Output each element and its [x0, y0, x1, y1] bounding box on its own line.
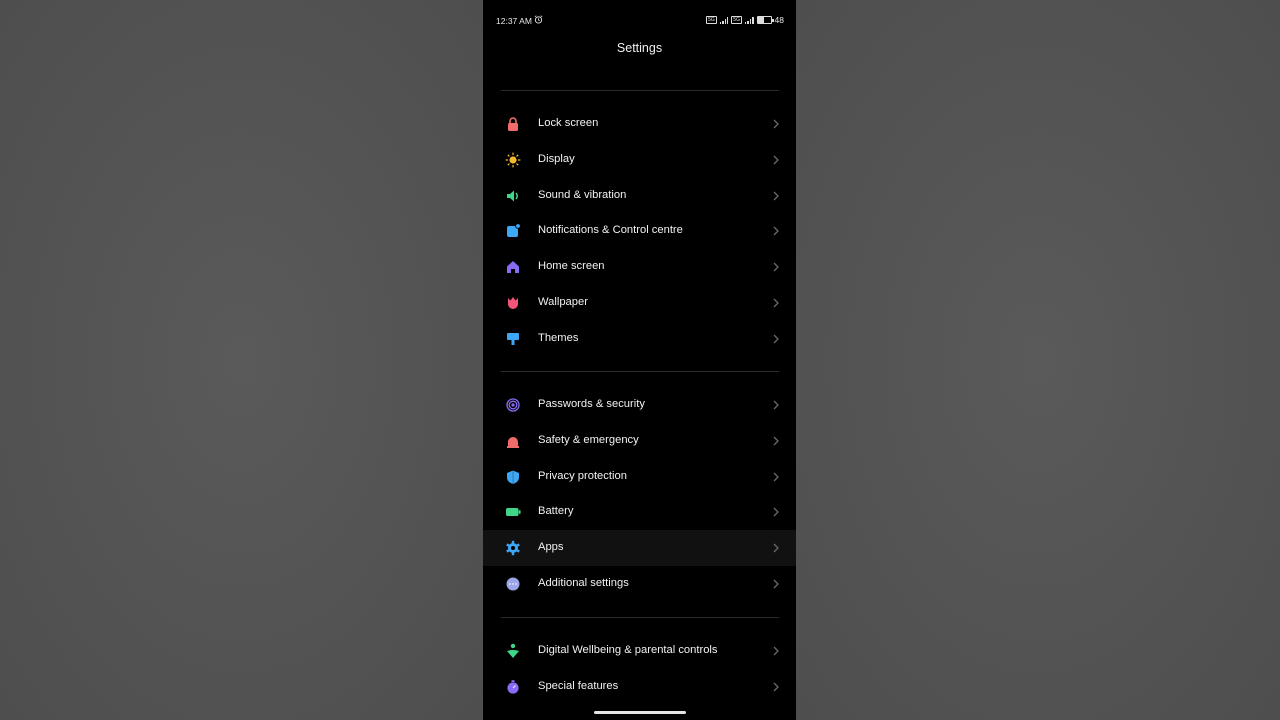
stopwatch-icon	[507, 679, 519, 694]
home-indicator[interactable]	[594, 711, 686, 714]
background-left	[0, 0, 483, 720]
signal-icon-2	[744, 16, 754, 24]
settings-item-special-features[interactable]: Special features	[483, 669, 796, 705]
settings-item-display[interactable]: Display	[483, 142, 796, 178]
shield-icon	[507, 470, 519, 484]
dots-icon	[506, 577, 520, 591]
settings-item-label: Display	[538, 152, 575, 165]
settings-item-apps[interactable]: Apps	[483, 530, 796, 567]
brush-icon	[507, 332, 519, 345]
section-divider	[501, 617, 779, 618]
chevron-right-icon	[773, 472, 779, 482]
siren-icon	[507, 436, 519, 448]
chevron-right-icon	[773, 507, 779, 517]
settings-item-label: Passwords & security	[538, 398, 645, 410]
settings-item-label: Lock screen	[538, 117, 599, 129]
chevron-right-icon	[773, 226, 779, 236]
settings-item-sound-and-vibration[interactable]: Sound & vibration	[483, 178, 796, 214]
alarm-icon	[534, 15, 543, 24]
chevron-right-icon	[773, 262, 779, 272]
settings-item-label: Home screen	[538, 260, 605, 273]
tulip-icon	[508, 297, 518, 309]
section-divider	[501, 90, 779, 91]
background-right	[796, 0, 1280, 720]
battery-icon	[506, 508, 521, 517]
chevron-right-icon	[773, 579, 779, 589]
settings-item-label: Themes	[538, 331, 579, 344]
network-badge-2: 5G	[731, 16, 742, 24]
sun-icon	[505, 152, 521, 168]
wellbeing-icon	[507, 643, 519, 658]
fingerprint-icon	[506, 398, 520, 412]
settings-item-label: Safety & emergency	[538, 433, 639, 446]
chevron-right-icon	[773, 298, 779, 308]
settings-item-label: Battery	[538, 505, 574, 518]
chevron-right-icon	[773, 436, 779, 446]
chevron-right-icon	[773, 400, 779, 410]
settings-item-label: Wallpaper	[538, 296, 588, 308]
battery-fill	[757, 17, 764, 23]
battery-percent: 48	[774, 15, 784, 25]
settings-item-label: Apps	[538, 541, 564, 554]
chevron-right-icon	[773, 646, 779, 656]
settings-item-notifications-and-control-centre[interactable]: Notifications & Control centre	[483, 213, 796, 249]
settings-item-label: Privacy protection	[538, 469, 627, 482]
notification-icon	[507, 223, 521, 238]
settings-item-privacy-protection[interactable]: Privacy protection	[483, 459, 796, 495]
chevron-right-icon	[773, 155, 779, 165]
settings-item-wallpaper[interactable]: Wallpaper	[483, 285, 796, 321]
settings-item-label: Digital Wellbeing & parental controls	[538, 644, 718, 656]
settings-item-digital-wellbeing-and-parental-controls[interactable]: Digital Wellbeing & parental controls	[483, 633, 796, 669]
chevron-right-icon	[773, 682, 779, 692]
status-time: 12:37 AM	[496, 16, 532, 26]
settings-item-safety-and-emergency[interactable]: Safety & emergency	[483, 423, 796, 459]
gear-icon	[506, 540, 520, 556]
settings-item-label: Special features	[538, 679, 619, 692]
settings-item-label: Notifications & Control centre	[538, 224, 683, 237]
settings-item-lock-screen[interactable]: Lock screen	[483, 106, 796, 142]
network-badge-1: 5G	[706, 16, 717, 24]
section-divider	[501, 371, 779, 372]
speaker-icon	[507, 190, 518, 202]
chevron-right-icon	[773, 334, 779, 344]
chevron-right-icon	[773, 543, 779, 553]
settings-item-additional-settings[interactable]: Additional settings	[483, 566, 796, 602]
settings-item-label: Additional settings	[538, 577, 629, 589]
status-icons: 5G 5G 48	[706, 15, 784, 25]
settings-item-themes[interactable]: Themes	[483, 321, 796, 357]
settings-item-battery[interactable]: Battery	[483, 494, 796, 530]
battery-status-icon	[756, 16, 774, 24]
phone-screen: 12:37 AM 5G 5G 48 Settings Lock screen Di…	[483, 0, 796, 720]
status-bar: 12:37 AM 5G 5G 48	[483, 0, 796, 42]
page-title: Settings	[616, 41, 663, 55]
lock-icon	[508, 117, 518, 131]
settings-item-label: Sound & vibration	[538, 188, 627, 201]
signal-icon	[719, 16, 729, 24]
settings-item-home-screen[interactable]: Home screen	[483, 249, 796, 285]
home-icon	[507, 261, 519, 274]
settings-item-passwords-and-security[interactable]: Passwords & security	[483, 387, 796, 423]
chevron-right-icon	[773, 119, 779, 129]
chevron-right-icon	[773, 191, 779, 201]
